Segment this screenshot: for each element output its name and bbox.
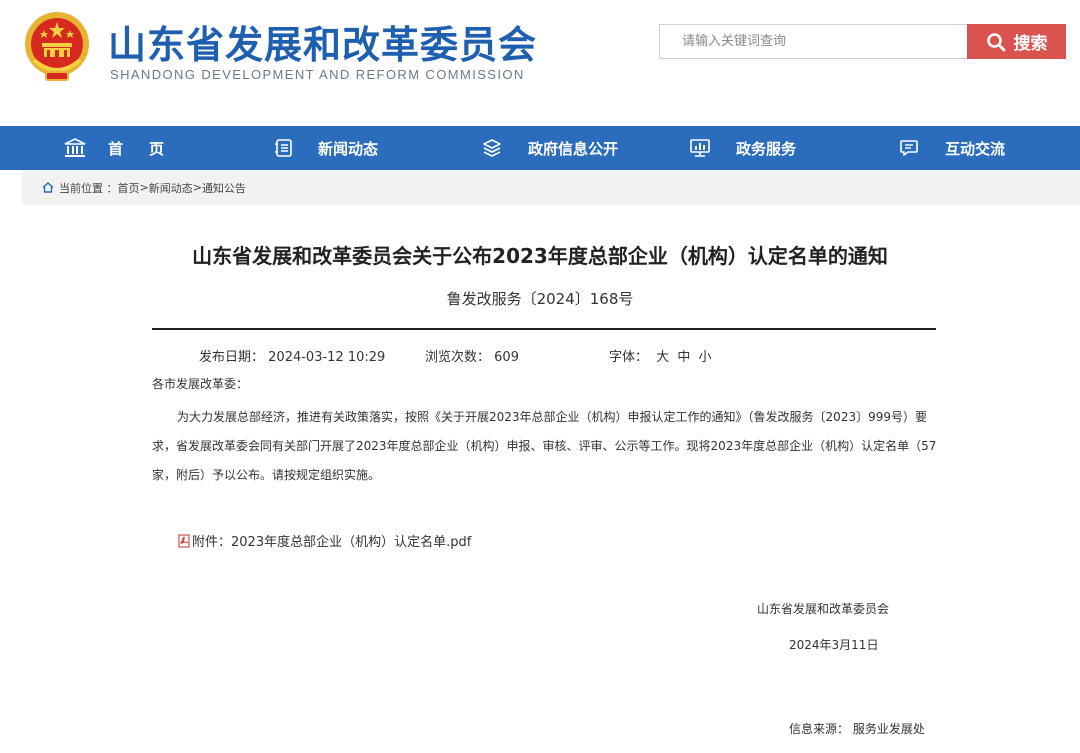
view-count-label: 浏览次数：: [425, 350, 491, 365]
layers-icon: [482, 138, 502, 158]
info-source: 信息来源： 服务业发展处: [789, 720, 925, 737]
site-header: 山东省发展和改革委员会 SHANDONG DEVELOPMENT AND REF…: [0, 0, 1080, 126]
attachment-link[interactable]: 附件：2023年度总部企业（机构）认定名单.pdf: [178, 531, 471, 550]
article-body: 为大力发展总部经济，推进有关政策落实，按照《关于开展2023年总部企业（机构）申…: [152, 410, 937, 482]
nav-item-gov-info[interactable]: 政府信息公开: [482, 126, 618, 170]
signature-date: 2024年3月11日: [789, 638, 879, 652]
breadcrumb-notices[interactable]: 通知公告: [202, 180, 246, 196]
search-icon: [986, 32, 1006, 52]
pdf-file-icon: [178, 534, 191, 548]
info-source-value: 服务业发展处: [852, 722, 925, 736]
nav-label-home: 首页: [108, 139, 191, 158]
search-button[interactable]: 搜索: [967, 24, 1066, 59]
breadcrumb-separator: >: [139, 181, 149, 194]
publish-date: 发布日期： 2024-03-12 10:29: [199, 346, 385, 365]
nav-item-home[interactable]: 首页: [64, 126, 190, 170]
breadcrumb: 当前位置 ： 首页 > 新闻动态 > 通知公告: [22, 170, 1080, 205]
signature-organization: 山东省发展和改革委员会: [757, 602, 890, 616]
government-building-icon: [64, 138, 86, 158]
document-list-icon: [274, 138, 294, 158]
monitor-chart-icon: [690, 138, 710, 158]
font-size-large[interactable]: 大: [656, 350, 669, 365]
search-box: [659, 24, 967, 59]
breadcrumb-separator: >: [192, 181, 202, 194]
info-source-label: 信息来源：: [789, 722, 850, 736]
home-icon: [42, 182, 54, 193]
breadcrumb-news[interactable]: 新闻动态: [149, 180, 193, 196]
main-nav: 首页 新闻动态 政府信息公开 政务服务 互动交流: [0, 126, 1080, 170]
breadcrumb-home[interactable]: 首页: [118, 180, 140, 196]
font-size-small[interactable]: 小: [698, 350, 711, 365]
font-size-control: 字体： 大 中 小: [609, 346, 711, 365]
site-subtitle: SHANDONG DEVELOPMENT AND REFORM COMMISSI…: [110, 67, 525, 82]
attachment-label: 附件：2023年度总部企业（机构）认定名单.pdf: [192, 535, 472, 550]
site-title: 山东省发展和改革委员会: [108, 23, 538, 67]
publish-date-label: 发布日期：: [199, 350, 265, 365]
national-emblem-icon[interactable]: [22, 10, 92, 84]
font-size-medium[interactable]: 中: [677, 350, 690, 365]
view-count-value: 609: [494, 350, 519, 365]
nav-item-services[interactable]: 政务服务: [690, 126, 796, 170]
nav-item-news[interactable]: 新闻动态: [274, 126, 378, 170]
view-count: 浏览次数： 609: [425, 346, 519, 365]
search-input[interactable]: [660, 25, 967, 58]
nav-label-services: 政务服务: [736, 139, 797, 158]
chat-bubble-icon: [899, 138, 919, 158]
search-button-label: 搜索: [1013, 34, 1048, 54]
nav-label-news: 新闻动态: [318, 139, 379, 158]
nav-label-interaction: 互动交流: [945, 139, 1006, 158]
title-divider: [152, 328, 936, 330]
document-number: 鲁发改服务〔2024〕168号: [446, 290, 634, 308]
publish-date-value: 2024-03-12 10:29: [268, 350, 386, 365]
article-title: 山东省发展和改革委员会关于公布2023年度总部企业（机构）认定名单的通知: [192, 244, 888, 268]
font-size-label: 字体：: [609, 350, 649, 365]
breadcrumb-prefix: 当前位置 ：: [59, 181, 118, 195]
nav-item-interaction[interactable]: 互动交流: [899, 126, 1005, 170]
nav-label-gov-info: 政府信息公开: [528, 139, 619, 158]
salutation: 各市发展改革委：: [152, 377, 249, 391]
